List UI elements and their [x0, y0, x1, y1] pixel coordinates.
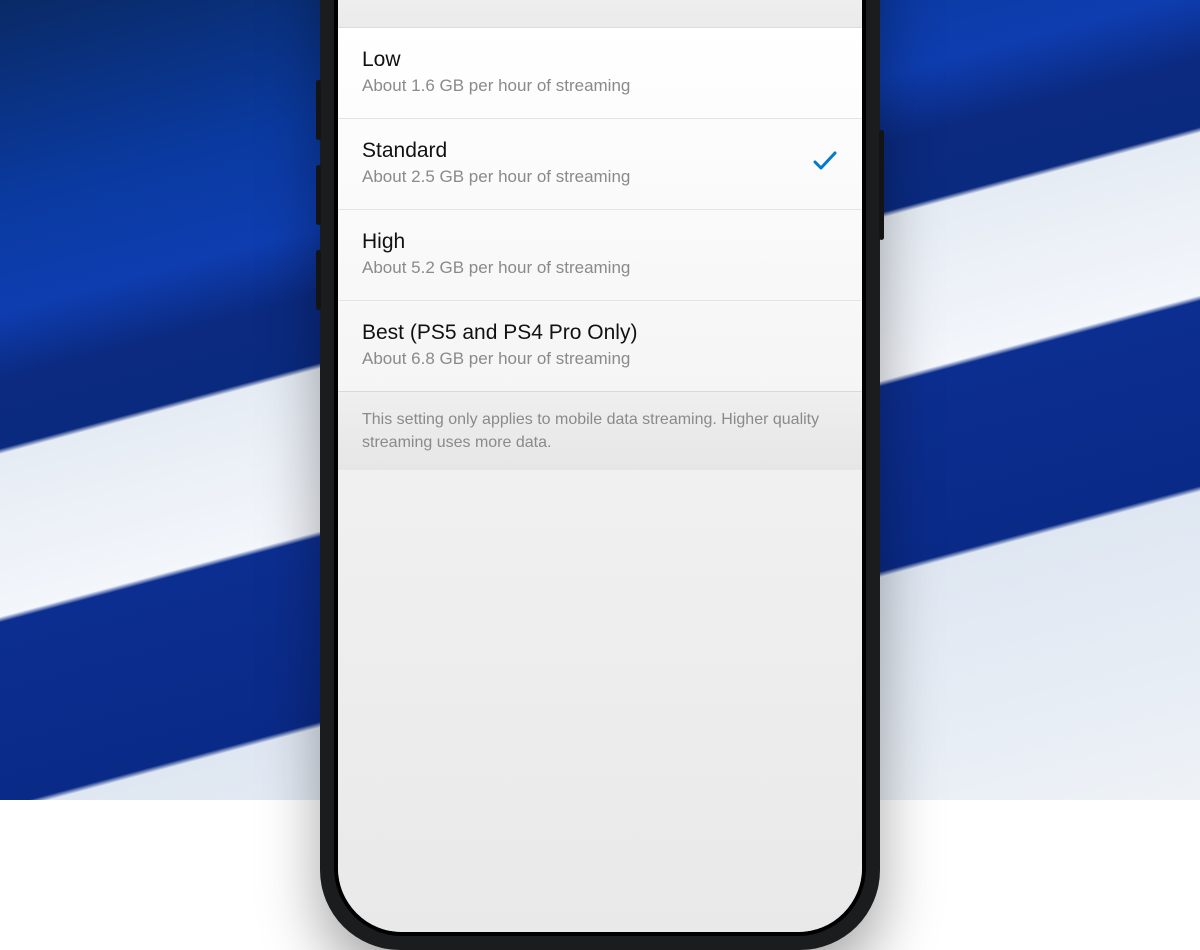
- section-gap: [338, 0, 862, 28]
- phone-screen: 9:41 Video Quality for Streaming: [338, 0, 862, 932]
- quality-options-list: Low About 1.6 GB per hour of streaming S…: [338, 28, 862, 392]
- option-subtitle: About 5.2 GB per hour of streaming: [362, 258, 630, 278]
- option-high[interactable]: High About 5.2 GB per hour of streaming: [338, 210, 862, 301]
- option-label: High: [362, 230, 630, 254]
- option-subtitle: About 6.8 GB per hour of streaming: [362, 349, 637, 369]
- option-best[interactable]: Best (PS5 and PS4 Pro Only) About 6.8 GB…: [338, 301, 862, 392]
- option-label: Best (PS5 and PS4 Pro Only): [362, 321, 637, 345]
- content: Low About 1.6 GB per hour of streaming S…: [338, 0, 862, 932]
- checkmark-icon: [812, 150, 838, 177]
- option-label: Low: [362, 48, 630, 72]
- option-subtitle: About 2.5 GB per hour of streaming: [362, 167, 630, 187]
- option-label: Standard: [362, 139, 630, 163]
- option-standard[interactable]: Standard About 2.5 GB per hour of stream…: [338, 119, 862, 210]
- phone-frame: 9:41 Video Quality for Streaming: [320, 0, 880, 950]
- section-footer-note: This setting only applies to mobile data…: [338, 392, 862, 470]
- option-low[interactable]: Low About 1.6 GB per hour of streaming: [338, 28, 862, 119]
- option-subtitle: About 1.6 GB per hour of streaming: [362, 76, 630, 96]
